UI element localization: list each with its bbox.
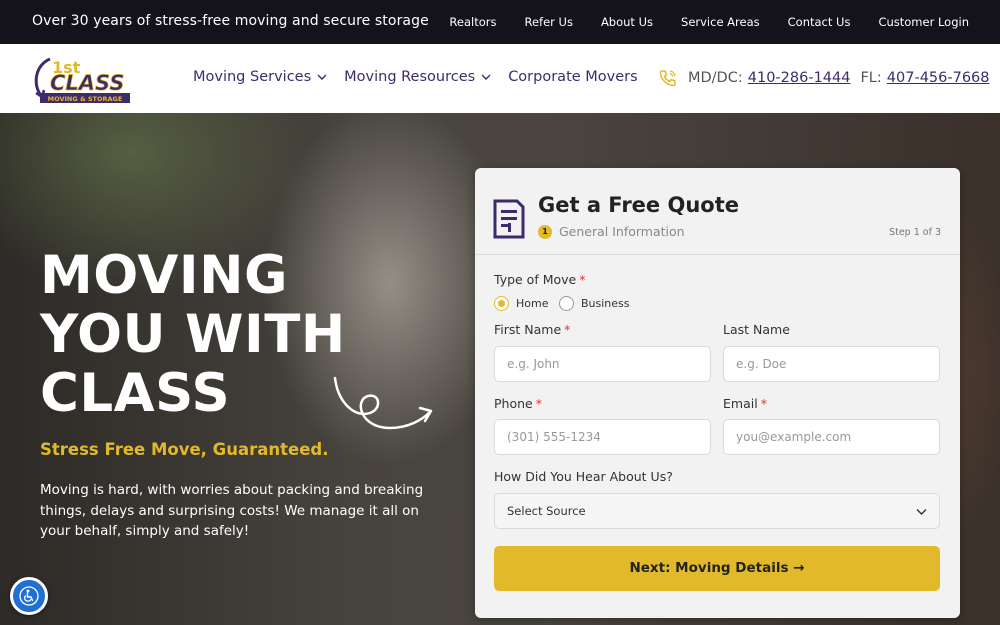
chevron-down-icon xyxy=(317,74,327,80)
accessibility-button[interactable] xyxy=(10,577,48,615)
squiggle-arrow-icon xyxy=(333,376,433,430)
hero-subtitle: Stress Free Move, Guaranteed. xyxy=(40,440,329,459)
phone-md-dc-label: MD/DC: xyxy=(688,70,743,86)
top-link-contact-us[interactable]: Contact Us xyxy=(788,15,851,29)
hero-title-line: YOU WITH xyxy=(40,304,346,365)
email-input[interactable] xyxy=(723,419,940,455)
hero-title: MOVING YOU WITH CLASS xyxy=(40,246,370,423)
top-link-service-areas[interactable]: Service Areas xyxy=(681,15,760,29)
nav-corporate-movers[interactable]: Corporate Movers xyxy=(508,69,638,85)
quote-form-header: Get a Free Quote 1 General Information S… xyxy=(475,168,960,255)
first-name-label: First Name * xyxy=(494,322,571,337)
email-label: Email * xyxy=(723,396,767,411)
nav-corporate-movers-label: Corporate Movers xyxy=(508,69,638,85)
source-select-value: Select Source xyxy=(507,504,586,518)
radio-home-circle[interactable] xyxy=(494,296,509,311)
source-select[interactable]: Select Source xyxy=(494,493,940,529)
top-link-customer-login[interactable]: Customer Login xyxy=(878,15,969,29)
logo-brand: CLASS xyxy=(50,71,125,95)
hero-title-line: CLASS xyxy=(40,363,231,424)
radio-home-label: Home xyxy=(516,297,549,310)
top-bar-tagline: Over 30 years of stress-free moving and … xyxy=(32,13,429,29)
hero-title-line: MOVING xyxy=(40,245,288,306)
phone-fl-number[interactable]: 407-456-7668 xyxy=(887,70,990,86)
source-label: How Did You Hear About Us? xyxy=(494,469,673,484)
radio-business[interactable]: Business xyxy=(559,296,630,311)
top-link-refer-us[interactable]: Refer Us xyxy=(524,15,572,29)
step-count: Step 1 of 3 xyxy=(889,227,941,238)
chevron-down-icon xyxy=(916,509,927,515)
phone-input[interactable] xyxy=(494,419,711,455)
nav-moving-resources[interactable]: Moving Resources xyxy=(344,69,491,85)
first-name-input[interactable] xyxy=(494,346,711,382)
type-of-move-label: Type of Move * xyxy=(494,272,586,287)
document-icon xyxy=(493,199,525,239)
main-nav: Moving Services Moving Resources Corpora… xyxy=(193,69,655,85)
top-bar-links: Realtors Refer Us About Us Service Areas… xyxy=(421,15,969,29)
phone-icon xyxy=(659,70,676,87)
site-header: 1st CLASS MOVING & STORAGE Moving Servic… xyxy=(0,44,1000,113)
radio-business-label: Business xyxy=(581,297,630,310)
quote-form: Get a Free Quote 1 General Information S… xyxy=(475,168,960,618)
nav-moving-services-label: Moving Services xyxy=(193,69,312,85)
last-name-label-text: Last Name xyxy=(723,322,790,337)
radio-home[interactable]: Home xyxy=(494,296,548,311)
quote-form-title: Get a Free Quote xyxy=(538,193,739,217)
phone-fl-label: FL: xyxy=(860,70,882,86)
type-of-move-label-text: Type of Move xyxy=(494,272,577,287)
hero-description: Moving is hard, with worries about packi… xyxy=(40,482,424,539)
email-label-text: Email xyxy=(723,396,758,411)
top-link-realtors[interactable]: Realtors xyxy=(449,15,496,29)
nav-moving-services[interactable]: Moving Services xyxy=(193,69,327,85)
phone-md-dc-number[interactable]: 410-286-1444 xyxy=(748,70,851,86)
top-link-about-us[interactable]: About Us xyxy=(601,15,653,29)
source-label-text: How Did You Hear About Us? xyxy=(494,469,673,484)
last-name-label: Last Name xyxy=(723,322,790,337)
last-name-input[interactable] xyxy=(723,346,940,382)
step-name: General Information xyxy=(559,224,685,239)
nav-moving-resources-label: Moving Resources xyxy=(344,69,476,85)
phone-label: Phone * xyxy=(494,396,542,411)
phone-label-text: Phone xyxy=(494,396,533,411)
logo[interactable]: 1st CLASS MOVING & STORAGE xyxy=(30,53,134,105)
next-moving-details-button[interactable]: Next: Moving Details → xyxy=(494,546,940,591)
first-name-label-text: First Name xyxy=(494,322,562,337)
step-number-badge: 1 xyxy=(538,225,552,239)
logo-subtitle: MOVING & STORAGE xyxy=(48,95,123,103)
radio-business-circle[interactable] xyxy=(559,296,574,311)
chevron-down-icon xyxy=(481,74,491,80)
top-bar: Over 30 years of stress-free moving and … xyxy=(0,0,1000,44)
header-phones: MD/DC: 410-286-1444 FL: 407-456-7668 xyxy=(658,68,990,88)
hero-section: MOVING YOU WITH CLASS Stress Free Move, … xyxy=(0,113,1000,625)
accessibility-icon xyxy=(19,586,39,606)
